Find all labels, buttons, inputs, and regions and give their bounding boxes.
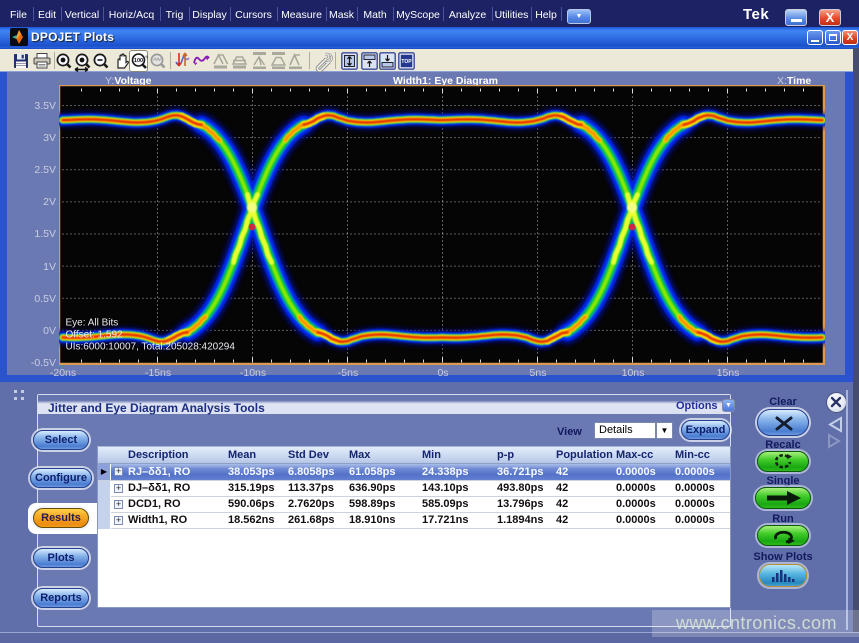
svg-text:Offset: 1.592: Offset: 1.592 (66, 330, 124, 341)
svg-text:TOP: TOP (401, 59, 412, 65)
svg-text:100: 100 (134, 58, 143, 64)
svg-text:%: % (145, 55, 148, 60)
svg-text:UIs:6000:10007, Total:205028:4: UIs:6000:10007, Total:205028:420294 (66, 342, 236, 353)
svg-text:Eye: All Bits: Eye: All Bits (66, 318, 119, 329)
